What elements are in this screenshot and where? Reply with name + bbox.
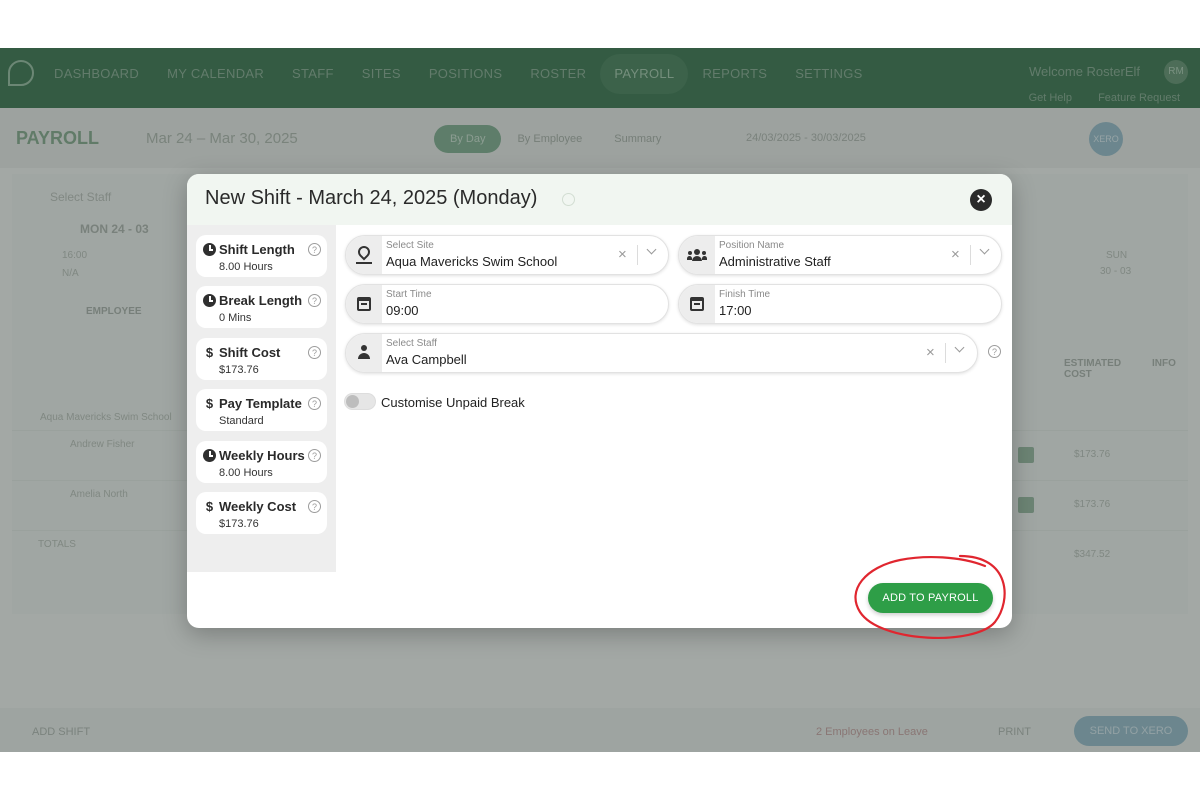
toggle-knob	[346, 395, 359, 408]
staff-value: Ava Campbell	[386, 352, 467, 367]
stat-shift-length: Shift Length 8.00 Hours ?	[196, 235, 327, 277]
shift-summary-panel: Shift Length 8.00 Hours ? Break Length 0…	[187, 225, 336, 572]
stat-value: Standard	[219, 415, 264, 427]
unpaid-break-toggle[interactable]	[344, 393, 376, 410]
staff-icon-area	[346, 334, 382, 372]
person-icon	[358, 345, 370, 361]
start-time-field[interactable]: Start Time 09:00	[345, 284, 669, 324]
site-label: Select Site	[386, 240, 434, 251]
position-select[interactable]: Position Name Administrative Staff ×	[678, 235, 1002, 275]
help-icon[interactable]: ?	[308, 346, 321, 359]
location-pin-icon	[355, 243, 373, 261]
stat-break-length: Break Length 0 Mins ?	[196, 286, 327, 328]
modal-header: New Shift - March 24, 2025 (Monday) ×	[187, 174, 1012, 225]
clock-icon	[203, 243, 216, 256]
site-select[interactable]: Select Site Aqua Mavericks Swim School ×	[345, 235, 669, 275]
site-icon-area	[346, 236, 382, 274]
stat-shift-cost: $ Shift Cost $173.76 ?	[196, 338, 327, 380]
users-group-icon	[687, 249, 707, 261]
stat-value: $173.76	[219, 364, 259, 376]
position-value: Administrative Staff	[719, 254, 831, 269]
finish-time-value: 17:00	[719, 303, 752, 318]
chevron-down-icon[interactable]	[979, 245, 991, 257]
chevron-down-icon[interactable]	[954, 343, 966, 355]
stat-label: Weekly Cost	[219, 499, 297, 514]
divider	[637, 245, 638, 265]
stat-weekly-hours: Weekly Hours 8.00 Hours ?	[196, 441, 327, 483]
finish-icon-area	[679, 285, 715, 323]
clear-icon[interactable]: ×	[618, 246, 627, 263]
modal-title: New Shift - March 24, 2025 (Monday)	[205, 187, 538, 209]
chevron-down-icon[interactable]	[646, 245, 658, 257]
divider	[970, 245, 971, 265]
calendar-icon	[690, 297, 704, 311]
start-time-label: Start Time	[386, 289, 432, 300]
stat-label: Weekly Hours	[219, 448, 305, 463]
help-icon[interactable]: ?	[308, 449, 321, 462]
stat-value: 0 Mins	[219, 312, 252, 324]
dollar-icon: $	[205, 345, 214, 360]
dollar-icon: $	[205, 396, 214, 411]
calendar-icon	[357, 297, 371, 311]
stat-label: Shift Length	[219, 242, 295, 257]
site-value: Aqua Mavericks Swim School	[386, 254, 558, 269]
location-base-icon	[356, 262, 372, 264]
help-icon[interactable]: ?	[308, 243, 321, 256]
unpaid-break-label: Customise Unpaid Break	[381, 395, 525, 410]
clock-icon	[203, 449, 216, 462]
help-icon[interactable]: ?	[308, 397, 321, 410]
start-time-value: 09:00	[386, 303, 419, 318]
stat-value: 8.00 Hours	[219, 467, 273, 479]
dollar-icon: $	[205, 499, 214, 514]
clear-icon[interactable]: ×	[951, 246, 960, 263]
info-icon	[562, 193, 575, 206]
staff-select[interactable]: Select Staff Ava Campbell ×	[345, 333, 978, 373]
clock-icon	[203, 294, 216, 307]
divider	[945, 343, 946, 363]
finish-time-field[interactable]: Finish Time 17:00	[678, 284, 1002, 324]
stat-label: Pay Template	[219, 396, 302, 411]
help-icon[interactable]: ?	[988, 345, 1001, 358]
new-shift-modal: New Shift - March 24, 2025 (Monday) × Sh…	[187, 174, 1012, 628]
help-icon[interactable]: ?	[308, 294, 321, 307]
clear-icon[interactable]: ×	[926, 344, 935, 361]
position-label: Position Name	[719, 240, 785, 251]
finish-time-label: Finish Time	[719, 289, 771, 300]
close-button[interactable]: ×	[970, 189, 992, 211]
stat-value: 8.00 Hours	[219, 261, 273, 273]
stat-weekly-cost: $ Weekly Cost $173.76 ?	[196, 492, 327, 534]
help-icon[interactable]: ?	[308, 500, 321, 513]
start-icon-area	[346, 285, 382, 323]
add-to-payroll-button[interactable]: ADD TO PAYROLL	[868, 583, 993, 613]
stat-pay-template: $ Pay Template Standard ?	[196, 389, 327, 431]
position-icon-area	[679, 236, 715, 274]
stat-value: $173.76	[219, 518, 259, 530]
stat-label: Break Length	[219, 293, 303, 308]
stat-label: Shift Cost	[219, 345, 281, 360]
staff-label: Select Staff	[386, 338, 437, 349]
